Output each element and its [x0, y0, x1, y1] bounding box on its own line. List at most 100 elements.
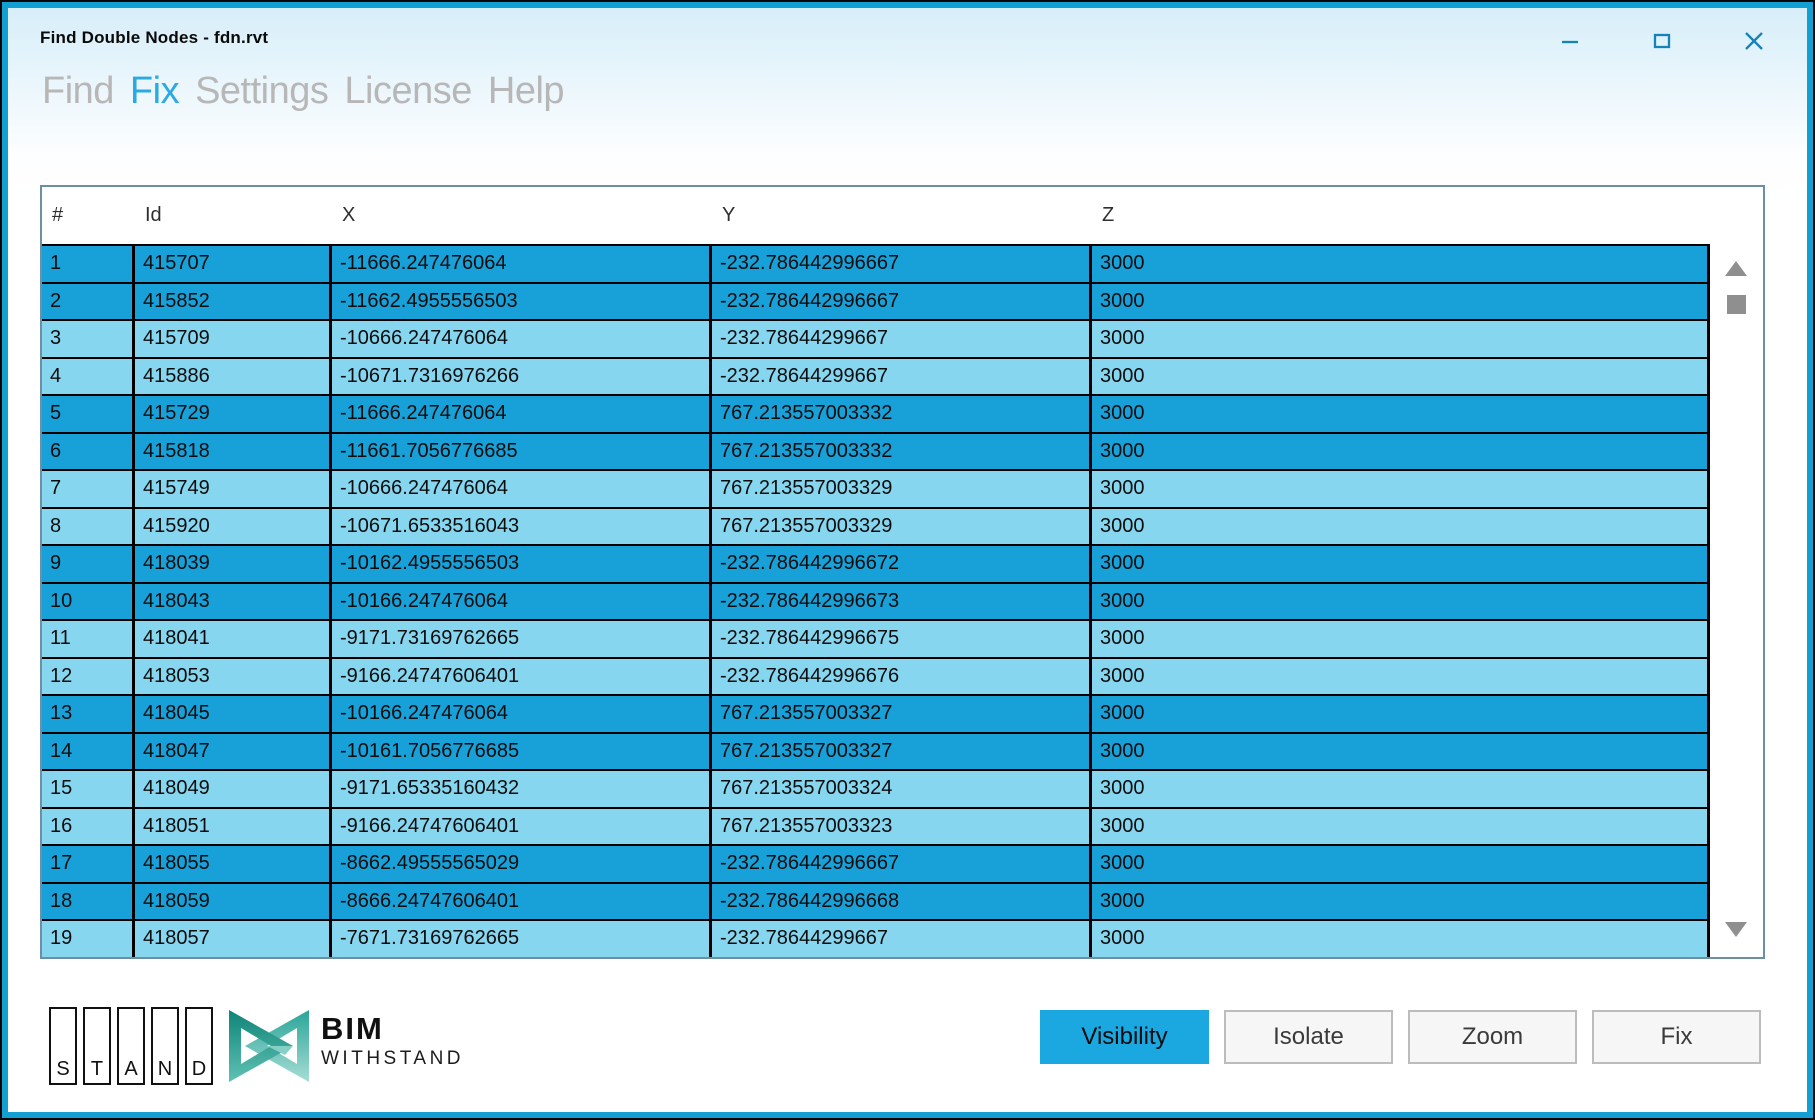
visibility-button[interactable]: Visibility [1040, 1010, 1209, 1064]
cell: 3000 [1092, 808, 1710, 844]
column-header-z: Z [1102, 204, 1115, 226]
table-row[interactable]: 3 415709 -10666.247476064 -232.78644299667 3… [42, 319, 1710, 357]
menu-item-fix[interactable]: Fix [130, 70, 180, 113]
scroll-thumb[interactable] [1727, 295, 1746, 314]
cell: 767.213557003327 [712, 733, 1092, 769]
bim-withstand-logo-icon [229, 1010, 309, 1082]
cell: 16 [42, 808, 135, 844]
menu-item-find[interactable]: Find [42, 70, 114, 113]
table-row[interactable]: 1 415707 -11666.247476064 -232.786442996667… [42, 244, 1710, 282]
cell: -9166.24747606401 [332, 808, 712, 844]
scroll-up-icon[interactable] [1725, 261, 1747, 276]
cell: 3000 [1092, 771, 1710, 807]
cell: 3000 [1092, 621, 1710, 657]
cell: 3000 [1092, 246, 1710, 282]
cell: 418045 [135, 696, 332, 732]
scroll-down-icon[interactable] [1725, 922, 1747, 937]
cell: -232.786442996668 [712, 883, 1092, 919]
fix-button[interactable]: Fix [1592, 1010, 1761, 1064]
cell: 3000 [1092, 433, 1710, 469]
cell: 767.213557003324 [712, 771, 1092, 807]
cell: -7671.73169762665 [332, 921, 712, 957]
cell: 3000 [1092, 583, 1710, 619]
cell: -232.786442996673 [712, 583, 1092, 619]
table-row[interactable]: 17 418055 -8662.49555565029 -232.7864429966… [42, 844, 1710, 882]
stand-logo-letter: D [185, 1007, 213, 1085]
cell: 3000 [1092, 471, 1710, 507]
brand-text: BIM WITHSTAND [321, 1013, 464, 1068]
table-row[interactable]: 12 418053 -9166.24747606401 -232.7864429966… [42, 656, 1710, 694]
column-header-id: Id [145, 204, 162, 226]
stand-logo: STAND [49, 1007, 213, 1085]
cell: 3000 [1092, 396, 1710, 432]
cell: -10162.4955556503 [332, 546, 712, 582]
cell: 3000 [1092, 733, 1710, 769]
cell: 12 [42, 658, 135, 694]
cell: 3000 [1092, 883, 1710, 919]
cell: -11662.4955556503 [332, 283, 712, 319]
cell: 415886 [135, 358, 332, 394]
column-header-x: X [342, 204, 356, 226]
table-row[interactable]: 2 415852 -11662.4955556503 -232.78644299666… [42, 281, 1710, 319]
menu-item-settings[interactable]: Settings [195, 70, 329, 113]
menu-item-help[interactable]: Help [488, 70, 565, 113]
cell: 9 [42, 546, 135, 582]
zoom-button[interactable]: Zoom [1408, 1010, 1577, 1064]
cell: 418057 [135, 921, 332, 957]
stand-logo-letter: A [117, 1007, 145, 1085]
table-row[interactable]: 15 418049 -9171.65335160432 767.21355700332… [42, 769, 1710, 807]
cell: -8662.49555565029 [332, 846, 712, 882]
menu-item-license[interactable]: License [344, 70, 472, 113]
isolate-button[interactable]: Isolate [1224, 1010, 1393, 1064]
table-row[interactable]: 5 415729 -11666.247476064 767.213557003332 3… [42, 394, 1710, 432]
cell: -232.78644299667 [712, 921, 1092, 957]
cell: -10671.7316976266 [332, 358, 712, 394]
cell: 14 [42, 733, 135, 769]
stand-logo-letter: N [151, 1007, 179, 1085]
table-row[interactable]: 4 415886 -10671.7316976266 -232.78644299667… [42, 356, 1710, 394]
table-row[interactable]: 14 418047 -10161.7056776685 767.21355700332… [42, 731, 1710, 769]
cell: 418051 [135, 808, 332, 844]
maximize-icon[interactable] [1651, 30, 1673, 52]
table-row[interactable]: 8 415920 -10671.6533516043 767.213557003329… [42, 506, 1710, 544]
cell: 3000 [1092, 321, 1710, 357]
table-row[interactable]: 11 418041 -9171.73169762665 -232.7864429966… [42, 619, 1710, 657]
cell: 10 [42, 583, 135, 619]
app-window: Find Double Nodes - fdn.rvt Find Fix Setti… [0, 0, 1815, 1120]
cell: -9171.73169762665 [332, 621, 712, 657]
menu-bar: Find Fix Settings License Help [42, 70, 565, 113]
cell: 767.213557003329 [712, 471, 1092, 507]
cell: 418055 [135, 846, 332, 882]
cell: 415852 [135, 283, 332, 319]
table-row[interactable]: 19 418057 -7671.73169762665 -232.7864429966… [42, 919, 1710, 957]
cell: -10671.6533516043 [332, 508, 712, 544]
cell: 18 [42, 883, 135, 919]
cell: -232.786442996676 [712, 658, 1092, 694]
cell: 767.213557003327 [712, 696, 1092, 732]
cell: 415707 [135, 246, 332, 282]
table-row[interactable]: 6 415818 -11661.7056776685 767.213557003332… [42, 431, 1710, 469]
cell: 1 [42, 246, 135, 282]
table-row[interactable]: 18 418059 -8666.24747606401 -232.7864429966… [42, 881, 1710, 919]
nodes-table: # Id X Y Z 1 415707 -11666.247476064 -232.78644… [40, 185, 1765, 959]
cell: -10666.247476064 [332, 471, 712, 507]
cell: 418043 [135, 583, 332, 619]
cell: -10166.247476064 [332, 583, 712, 619]
table-row[interactable]: 10 418043 -10166.247476064 -232.78644299667… [42, 581, 1710, 619]
cell: 11 [42, 621, 135, 657]
table-row[interactable]: 16 418051 -9166.24747606401 767.21355700332… [42, 806, 1710, 844]
window-title: Find Double Nodes - fdn.rvt [40, 28, 269, 47]
table-row[interactable]: 7 415749 -10666.247476064 767.213557003329 3… [42, 469, 1710, 507]
cell: -9171.65335160432 [332, 771, 712, 807]
cell: 3000 [1092, 546, 1710, 582]
cell: 15 [42, 771, 135, 807]
cell: -232.786442996667 [712, 246, 1092, 282]
stand-logo-letter: T [83, 1007, 111, 1085]
cell: 415729 [135, 396, 332, 432]
cell: -10166.247476064 [332, 696, 712, 732]
table-row[interactable]: 9 418039 -10162.4955556503 -232.78644299667… [42, 544, 1710, 582]
cell: 2 [42, 283, 135, 319]
minimize-icon[interactable] [1559, 30, 1581, 52]
table-row[interactable]: 13 418045 -10166.247476064 767.213557003327… [42, 694, 1710, 732]
close-icon[interactable] [1743, 30, 1765, 52]
